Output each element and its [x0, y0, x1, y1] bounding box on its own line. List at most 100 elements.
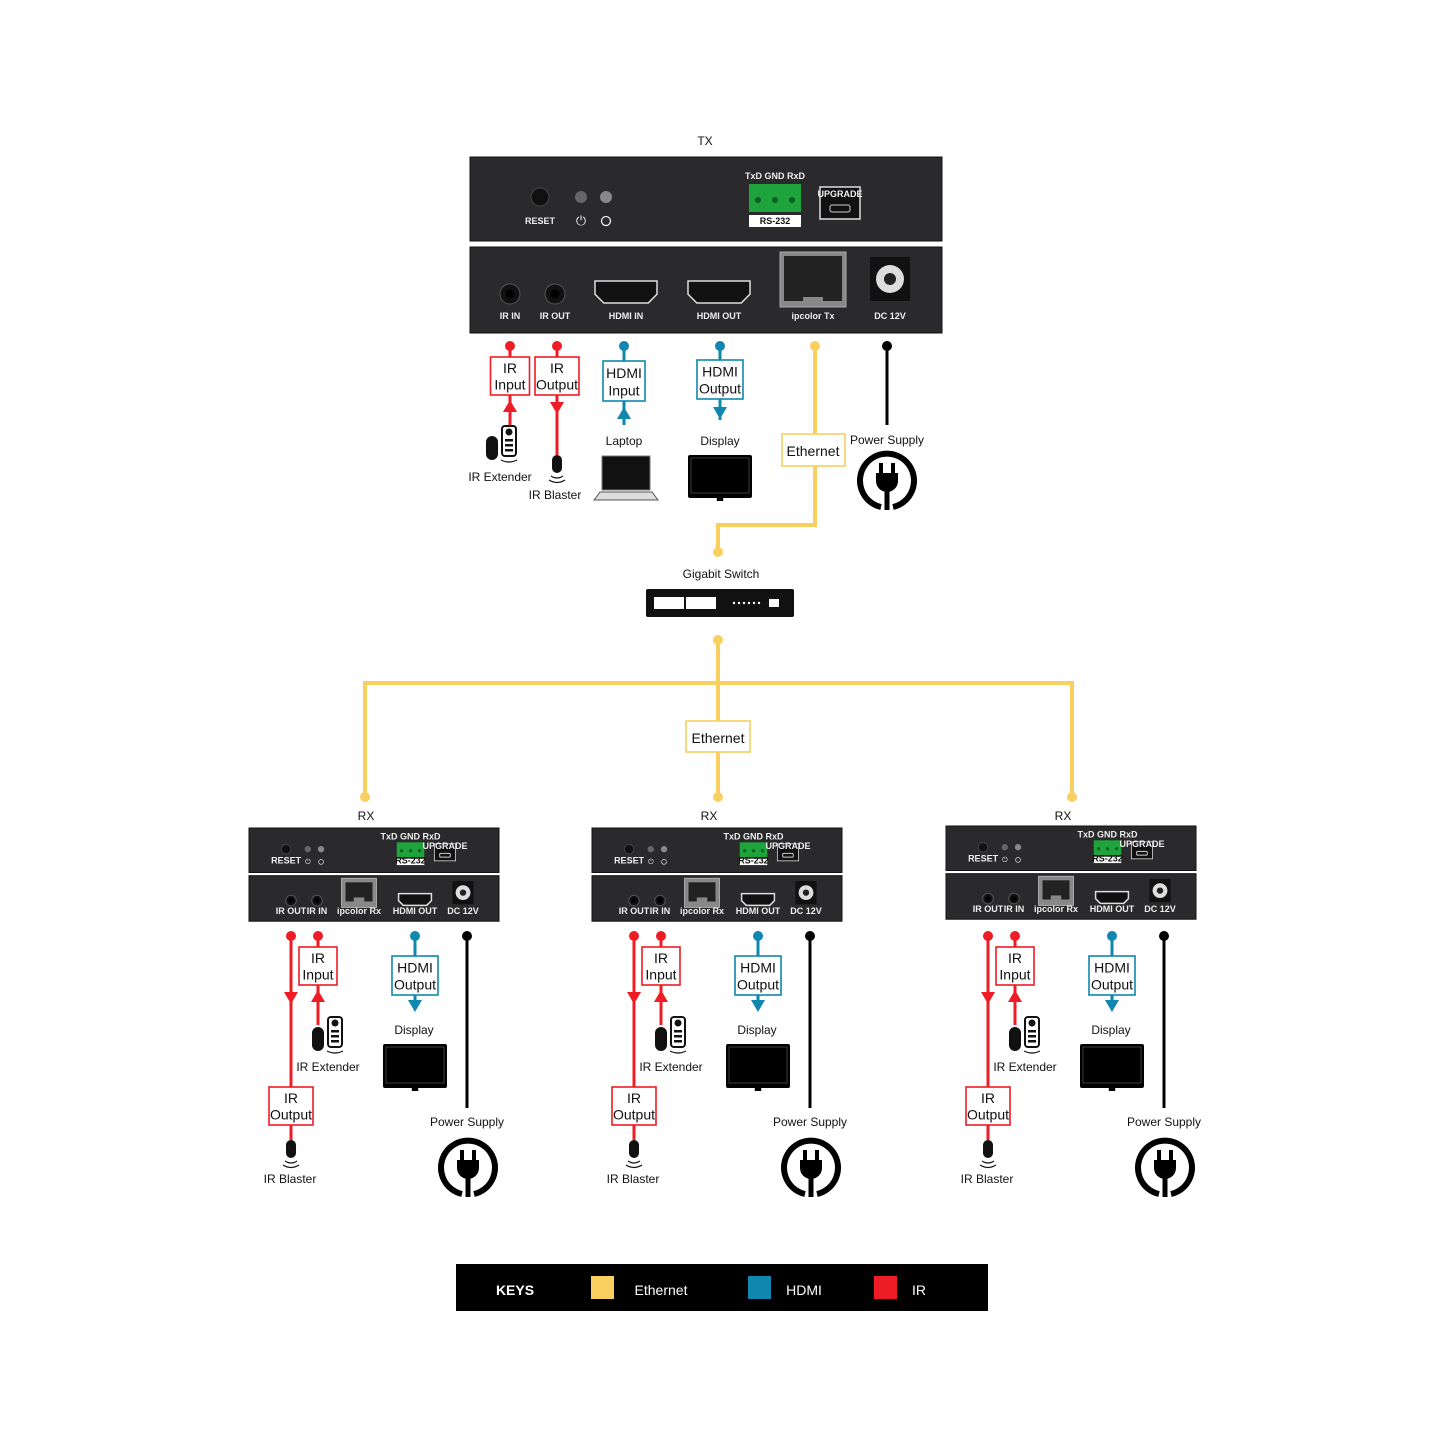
plug-body: [1154, 1160, 1176, 1179]
usb-port: [829, 204, 851, 213]
connector-dot: [882, 341, 892, 351]
port-label-ir-out: IR OUT: [619, 906, 650, 916]
plug-body: [457, 1160, 479, 1179]
label-line2: Output: [967, 1107, 1009, 1123]
rx-title: RX: [701, 809, 718, 823]
label-line2: Output: [699, 381, 741, 397]
reset-button[interactable]: [623, 843, 635, 855]
ir-output-label: IROutput: [534, 356, 580, 396]
power-led: [575, 191, 587, 203]
link-led: [317, 846, 325, 853]
jack-hole: [505, 289, 515, 299]
reset-button[interactable]: [280, 843, 292, 855]
label-line1: HDMI: [606, 365, 642, 381]
arrow-up-icon: [654, 990, 668, 1002]
rx-extender: RESET ⏻ TxD GND RxD RS-232 UPGRADE IR OUT IR I…: [591, 827, 843, 922]
connector-dot: [462, 931, 472, 941]
ir-blaster-label: IR Blaster: [961, 1172, 1014, 1186]
connector-dot: [805, 931, 815, 941]
label-line1: HDMI: [397, 959, 433, 975]
audio-jack: [311, 894, 323, 907]
remote-keys: [674, 1040, 682, 1043]
arrow-down-icon: [550, 402, 564, 414]
legend-swatch: [874, 1276, 897, 1299]
blaster-body: [286, 1140, 296, 1158]
ir-blaster-icon: [625, 1140, 643, 1169]
signal-waves: [625, 1160, 643, 1169]
upgrade-label: UPGRADE: [765, 841, 810, 851]
front-panel: RESET ⏻ TxD GND RxD RS-232 UPGRADE: [945, 825, 1197, 871]
port-label-ir-in: IR IN: [307, 906, 328, 916]
hdmi-output-label: HDMI Output: [734, 955, 782, 996]
rx-unit-1: RX RESET ⏻TxD GND RxDRS-232UPGRADEIR OUT IR…: [248, 809, 504, 1197]
tx-hdmi-output: HDMI Output Display: [688, 341, 752, 501]
front-panel: RESET ⏻ TxD GND RxD RS-232 UPGRADE: [591, 827, 843, 873]
power-plug-icon: [781, 1137, 841, 1197]
signal-waves: [326, 1050, 344, 1054]
label-line2: Output: [1091, 977, 1133, 993]
jack-hole: [550, 289, 560, 299]
ir-blaster-label: IR Blaster: [529, 488, 582, 502]
terminal-screw: [1114, 847, 1119, 851]
power-plug-icon: [857, 450, 917, 510]
remote-button: [1028, 1019, 1036, 1027]
ir-output-label: IROutput: [611, 1086, 657, 1126]
power-led: [304, 846, 311, 853]
rs232-pin-labels: TxD GND RxD: [1078, 830, 1139, 840]
reset-label: RESET: [968, 853, 999, 863]
power-led: [1001, 844, 1008, 851]
ir-blaster-icon: [979, 1140, 997, 1169]
legend-label: IR: [912, 1282, 926, 1298]
laptop-keyboard: [593, 491, 659, 501]
remote-keys: [1028, 1040, 1036, 1043]
remote-keys: [505, 444, 513, 447]
power-symbol-icon: ⏻: [1002, 856, 1008, 864]
link-led: [600, 191, 612, 203]
rx-extender: RESET ⏻ TxD GND RxD RS-232 UPGRADE IR OUT IR I…: [248, 827, 500, 922]
display-label: Display: [700, 434, 739, 448]
blaster-body: [552, 455, 562, 473]
port-latch: [803, 297, 823, 303]
hdmi-port: [687, 280, 751, 304]
terminal-screw: [399, 849, 404, 853]
jack-hole: [1011, 896, 1017, 901]
label-line1: IR: [503, 360, 517, 376]
port-label-dc: DC 12V: [447, 906, 479, 916]
port-label-ir-out: IR OUT: [973, 904, 1004, 914]
hdmi-port: [397, 892, 433, 907]
port-label-lan: ipcolor Tx: [791, 311, 834, 321]
switch-led: [732, 601, 736, 605]
ir-input-label: IRInput: [298, 946, 338, 986]
terminal-screw: [789, 197, 795, 203]
remote-keys: [1028, 1035, 1036, 1038]
reset-button[interactable]: [530, 187, 550, 207]
reset-button[interactable]: [977, 841, 989, 853]
rear-panel: IR IN IR OUT HDMI IN HDMI OUT ipcolor Tx DC 1…: [469, 246, 943, 334]
hdmi-port: [594, 280, 658, 304]
plug-prong: [891, 463, 895, 474]
ethernet-label: Ethernet: [787, 443, 840, 459]
receiver-body: [312, 1027, 324, 1051]
rx-ir-input: IRInput IR Extender: [296, 931, 360, 1074]
remote-keys: [331, 1040, 339, 1043]
rx-title: RX: [358, 809, 375, 823]
power-symbol-icon: ⏻: [305, 858, 311, 866]
remote-button: [331, 1019, 339, 1027]
label-line2: Output: [536, 377, 578, 393]
port-label-lan: ipcolor Rx: [1034, 904, 1078, 914]
dc-pin: [459, 889, 467, 896]
power-plug-icon: [1135, 1137, 1195, 1197]
remote-keys: [1028, 1030, 1036, 1033]
laptop-icon: [593, 455, 659, 501]
ethernet-port: [341, 877, 377, 908]
label-line2: Output: [737, 977, 779, 993]
receiver-body: [1009, 1027, 1021, 1051]
arrow-down-icon: [284, 992, 298, 1004]
hdmi-output-label: HDMI Output: [1088, 955, 1136, 996]
dc-pin: [1156, 887, 1164, 894]
ir-input-label: IRInput: [641, 946, 681, 986]
display-label: Display: [737, 1023, 776, 1037]
audio-jack: [1008, 892, 1020, 905]
label-line2: Input: [645, 967, 676, 983]
arrow-down-icon: [627, 992, 641, 1004]
